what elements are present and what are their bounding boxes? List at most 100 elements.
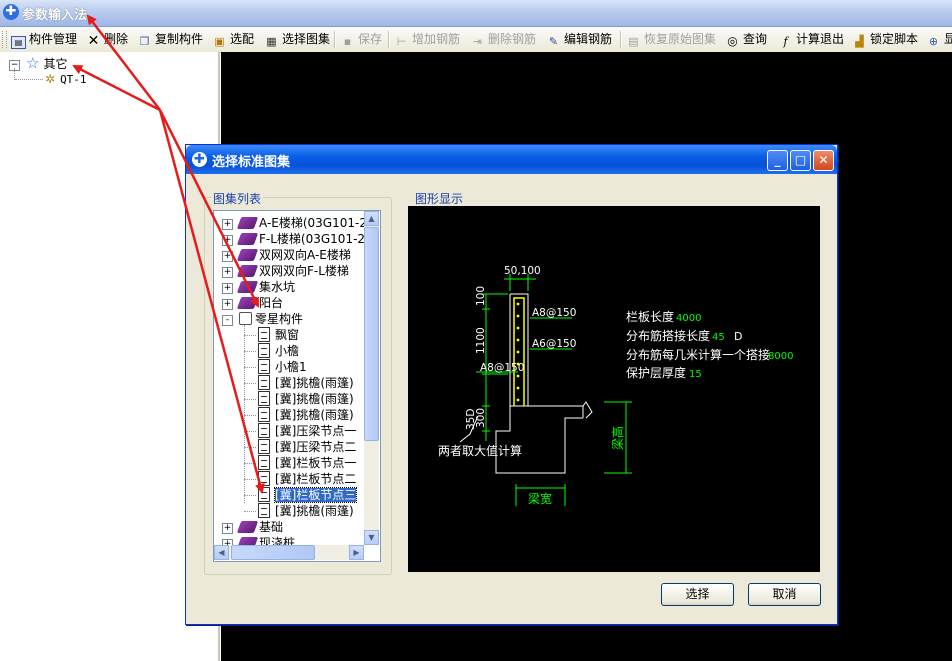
dialog-app-icon: ✚ xyxy=(192,152,207,167)
scroll-up-button[interactable]: ▲ xyxy=(364,211,379,226)
atlas-item[interactable]: [冀]栏板节点三 xyxy=(258,487,358,503)
horizontal-scrollbar[interactable]: ◀ ▶ xyxy=(214,545,364,560)
select-atlas-button[interactable]: ▦ 选择图集 xyxy=(264,30,330,49)
book-icon xyxy=(236,217,259,229)
tree-node-qt1[interactable]: ✲ QT-1 xyxy=(45,71,87,87)
maximize-button[interactable]: □ xyxy=(790,150,811,171)
vertical-scrollbar[interactable]: ▲ ▼ xyxy=(364,211,379,545)
atlas-item-label: [冀]挑檐(雨篷) xyxy=(275,392,354,406)
scroll-right-button[interactable]: ▶ xyxy=(349,545,364,560)
expand-toggle[interactable]: + xyxy=(222,267,233,278)
expand-toggle[interactable]: + xyxy=(222,523,233,534)
scroll-down-button[interactable]: ▼ xyxy=(364,530,379,545)
scroll-left-button[interactable]: ◀ xyxy=(214,545,229,560)
tree-node-other[interactable]: − ☆ 其它 xyxy=(9,55,67,71)
atlas-item[interactable]: 小檐 xyxy=(258,343,299,359)
document-icon xyxy=(258,327,270,342)
rebar-drawing: 50,100 100 1100 300 35D A8@150 A6@150 A8… xyxy=(438,265,793,506)
document-icon xyxy=(258,359,270,374)
copy-icon: ❐ xyxy=(139,35,150,48)
atlas-list-label: 图集列表 xyxy=(211,190,264,207)
atlas-category[interactable]: + A-E楼梯(03G101-2) xyxy=(222,215,372,231)
query-button[interactable]: ◎ 查询 xyxy=(725,30,767,49)
atlas-item[interactable]: 小檐1 xyxy=(258,359,307,375)
atlas-category[interactable]: + 阳台 xyxy=(222,295,283,311)
atlas-item[interactable]: [冀]挑檐(雨篷) xyxy=(258,503,354,519)
atlas-tree-list[interactable]: + A-E楼梯(03G101-2) + F-L楼梯(03G101-2) + 双网双向A-E… xyxy=(213,210,381,562)
toolbar-separator xyxy=(334,31,336,48)
lock-icon: ▟ xyxy=(855,35,864,48)
tree-connector xyxy=(244,511,256,512)
rebar-label-3: A8@150 xyxy=(480,362,524,374)
copy-component-button[interactable]: ❐ 复制构件 xyxy=(137,30,203,49)
atlas-item[interactable]: [冀]栏板节点二 xyxy=(258,471,356,487)
add-rebar-button[interactable]: ⊢ 增加钢筋 xyxy=(394,30,460,49)
binoculars-icon: ◎ xyxy=(727,34,738,48)
atlas-category[interactable]: + 集水坑 xyxy=(222,279,295,295)
select-atlas-dialog: ✚ 选择标准图集 _ □ ✕ 图集列表 + A-E楼梯(03G101-2) + F-L… xyxy=(185,144,838,625)
remove-rebar-button[interactable]: ⇥ 删除钢筋 xyxy=(470,30,536,49)
toolbar-grip[interactable] xyxy=(2,31,7,48)
open-book-icon xyxy=(239,312,252,325)
atlas-category[interactable]: - 零星构件 xyxy=(222,311,303,327)
delete-button[interactable]: ✕ 删除 xyxy=(86,30,128,49)
tree-connector xyxy=(244,495,256,496)
expand-toggle[interactable]: + xyxy=(222,251,233,262)
expand-toggle[interactable]: + xyxy=(222,283,233,294)
calculate-exit-button[interactable]: f 计算退出 xyxy=(778,30,844,49)
document-icon xyxy=(258,503,270,518)
tree-connector xyxy=(244,431,256,432)
document-icon xyxy=(258,439,270,454)
cancel-button[interactable]: 取消 xyxy=(748,583,821,606)
document-icon xyxy=(258,375,270,390)
collapse-toggle[interactable]: - xyxy=(222,315,233,326)
display-button[interactable]: ⊕ 显 xyxy=(926,30,952,49)
document-icon xyxy=(258,407,270,422)
document-icon xyxy=(258,455,270,470)
zoom-icon: ⊕ xyxy=(928,35,939,48)
main-title-bar: ✚ 参数输入法 xyxy=(0,0,952,27)
toolbar-separator xyxy=(388,31,390,48)
restore-icon: ▤ xyxy=(628,35,639,48)
select-match-button[interactable]: ▣ 选配 xyxy=(212,30,254,49)
atlas-category[interactable]: + 双网双向F-L楼梯 xyxy=(222,263,349,279)
expand-toggle[interactable]: + xyxy=(222,299,233,310)
lock-script-button[interactable]: ▟ 锁定脚本 xyxy=(852,30,918,49)
horizontal-scroll-thumb[interactable] xyxy=(231,545,315,560)
atlas-item[interactable]: [冀]压梁节点一 xyxy=(258,423,356,439)
atlas-item[interactable]: [冀]压梁节点二 xyxy=(258,439,356,455)
atlas-item[interactable]: 飘窗 xyxy=(258,327,299,343)
save-button[interactable]: ▪ 保存 xyxy=(340,30,382,49)
dialog-title-bar[interactable]: ✚ 选择标准图集 _ □ ✕ xyxy=(186,145,837,174)
tree-connector xyxy=(244,367,256,368)
atlas-item[interactable]: [冀]挑檐(雨篷) xyxy=(258,407,354,423)
minimize-button[interactable]: _ xyxy=(767,150,788,171)
component-manage-button[interactable]: ▤ 构件管理 xyxy=(11,30,77,49)
parameter-list: 栏板长度 4000 分布筋搭接长度 45 D 分布筋每几米计算一个搭接 8000… xyxy=(626,309,793,380)
rebar-label-1: A8@150 xyxy=(532,307,576,319)
atlas-item-label: 集水坑 xyxy=(259,280,296,294)
atlas-item-label: 基础 xyxy=(259,520,284,534)
vertical-scroll-thumb[interactable] xyxy=(364,227,379,441)
function-icon: f xyxy=(783,35,788,48)
select-button[interactable]: 选择 xyxy=(661,583,734,606)
atlas-item-label: A-E楼梯(03G101-2) xyxy=(259,216,372,230)
tree-connector xyxy=(244,335,256,336)
atlas-item[interactable]: [冀]栏板节点一 xyxy=(258,455,356,471)
restore-atlas-button[interactable]: ▤ 恢复原始图集 xyxy=(626,30,716,49)
expand-toggle[interactable]: + xyxy=(222,219,233,230)
atlas-category[interactable]: + 双网双向A-E楼梯 xyxy=(222,247,351,263)
atlas-item-label: [冀]栏板节点三 xyxy=(273,487,358,503)
atlas-item[interactable]: [冀]挑檐(雨篷) xyxy=(258,391,354,407)
atlas-category[interactable]: + 基础 xyxy=(222,519,283,535)
main-toolbar: ▤ 构件管理 ✕ 删除 ❐ 复制构件 ▣ 选配 ▦ 选择图集 ▪ 保存 ⊢ 增加钢筋 ⇥ 删除钢… xyxy=(0,27,952,53)
edit-rebar-button[interactable]: ✎ 编辑钢筋 xyxy=(546,30,612,49)
dim-35d: 35D xyxy=(465,409,477,430)
atlas-item-label: 零星构件 xyxy=(255,312,304,326)
close-button[interactable]: ✕ xyxy=(813,150,834,171)
atlas-item[interactable]: [冀]挑檐(雨篷) xyxy=(258,375,354,391)
expand-toggle[interactable]: + xyxy=(222,235,233,246)
rebar-dots xyxy=(516,302,520,402)
atlas-category[interactable]: + F-L楼梯(03G101-2) xyxy=(222,231,370,247)
dialog-title: 选择标准图集 xyxy=(212,155,291,170)
